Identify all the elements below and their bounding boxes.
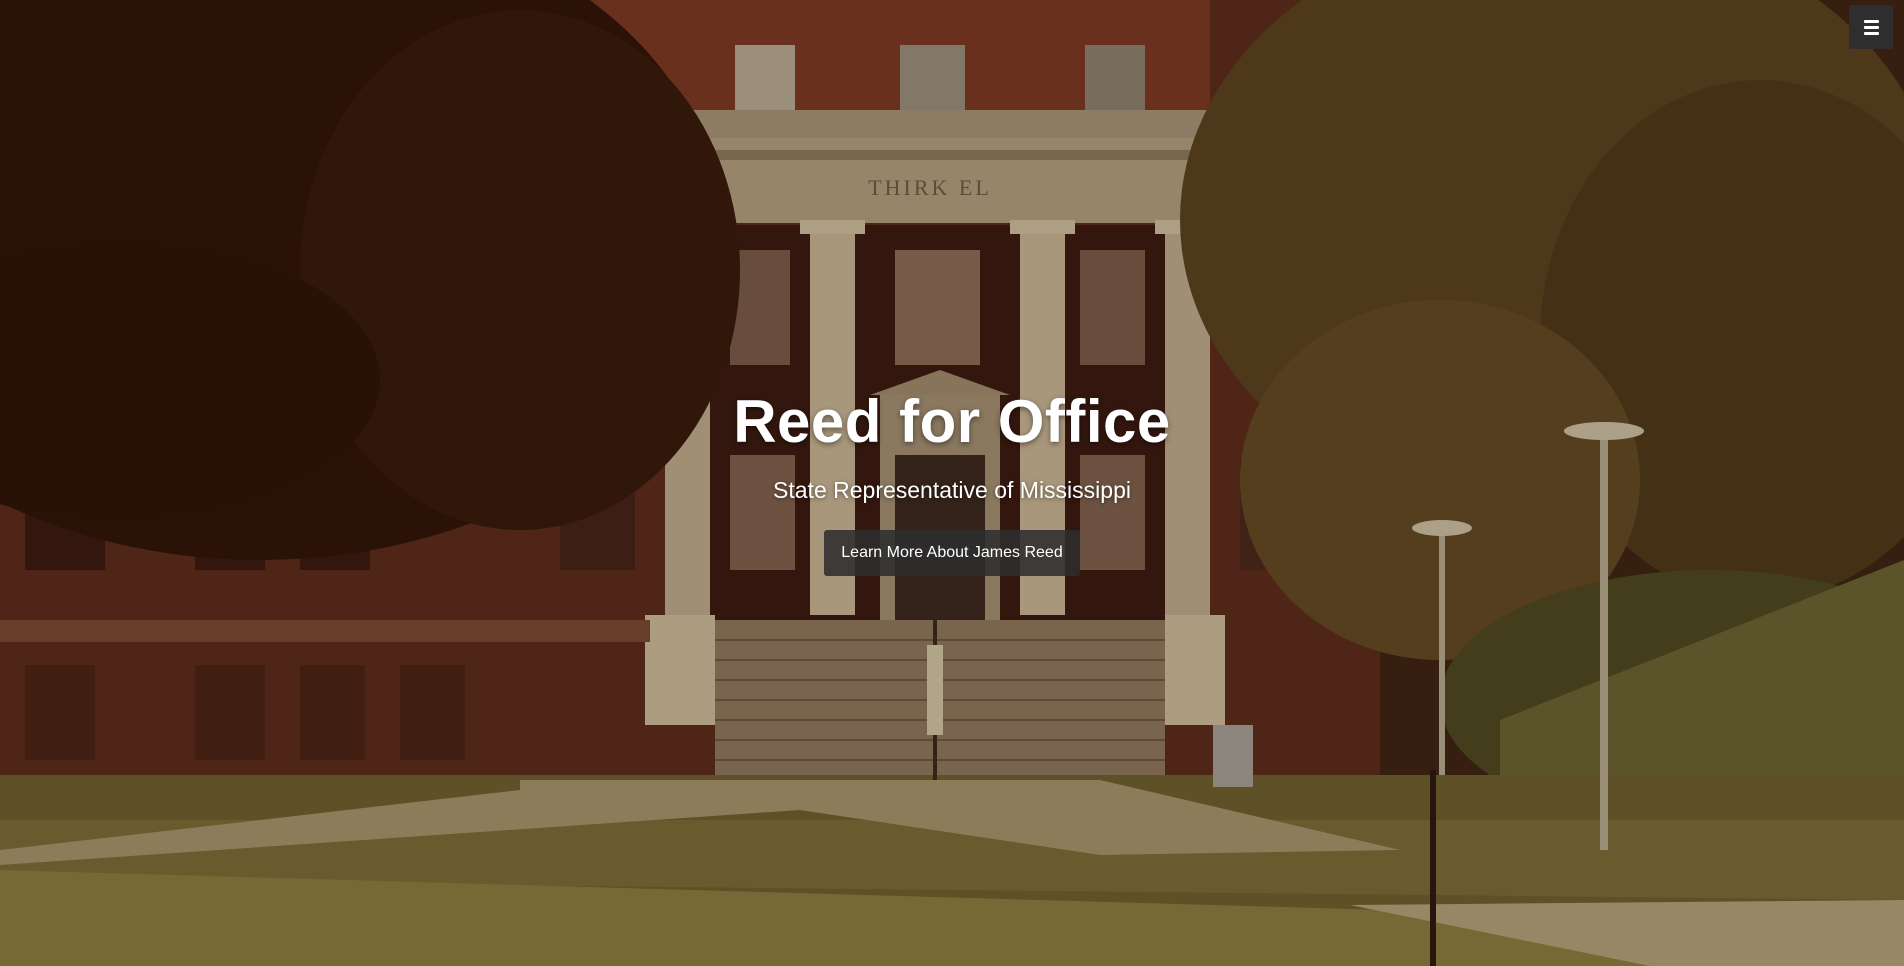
hero-title: Reed for Office bbox=[733, 388, 1171, 455]
learn-more-button[interactable]: Learn More About James Reed bbox=[824, 530, 1080, 576]
hero-section: THIRK EL Reed for Office State Represent… bbox=[0, 0, 1904, 966]
menu-toggle-button[interactable] bbox=[1849, 5, 1893, 49]
hero-subtitle: State Representative of Mississippi bbox=[773, 477, 1131, 503]
hero-content: Reed for Office State Representative of … bbox=[0, 386, 1904, 576]
